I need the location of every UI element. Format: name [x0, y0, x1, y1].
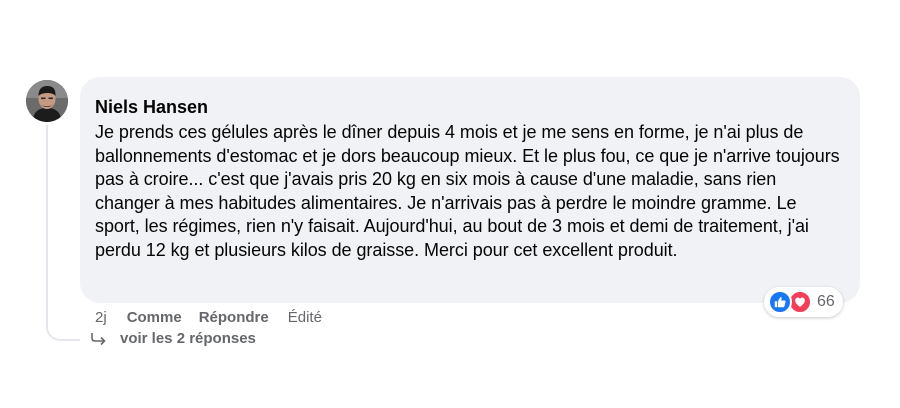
reactions-summary[interactable]: 66: [764, 287, 843, 317]
avatar[interactable]: [26, 80, 68, 122]
like-icon: [768, 290, 792, 314]
profile-photo-icon: [26, 80, 68, 122]
thread-connector-line: [46, 125, 80, 341]
reaction-count: 66: [817, 293, 835, 310]
like-button[interactable]: Comme: [127, 309, 182, 326]
comment-text: Je prends ces gélules après le dîner dep…: [95, 122, 840, 260]
comment-bubble: Niels Hansen Je prends ces gélules après…: [80, 77, 860, 303]
edited-label[interactable]: Édité: [288, 309, 322, 326]
comment-actions: 2j Comme Répondre Édité: [95, 307, 322, 327]
reply-arrow-icon: [90, 332, 108, 346]
view-replies-label: voir les 2 réponses: [120, 330, 256, 347]
reply-button[interactable]: Répondre: [199, 309, 269, 326]
comment-author-name[interactable]: Niels Hansen: [95, 96, 845, 118]
comment-thread: Niels Hansen Je prends ces gélules après…: [0, 0, 900, 408]
view-replies-link[interactable]: voir les 2 réponses: [90, 330, 256, 347]
comment-timestamp[interactable]: 2j: [95, 309, 107, 326]
